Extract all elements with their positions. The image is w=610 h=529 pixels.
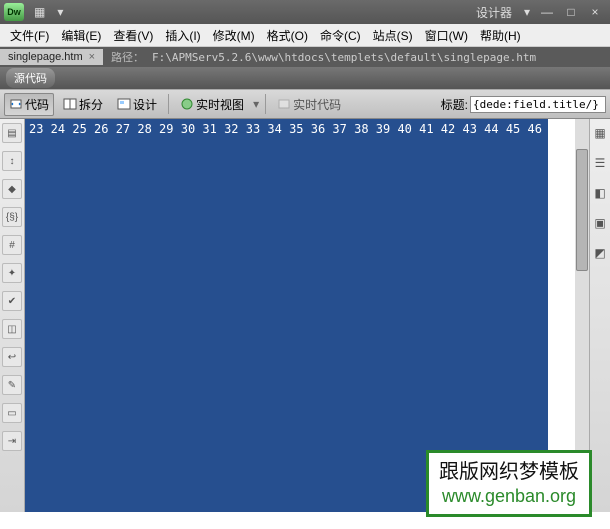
- balance-braces-icon[interactable]: {§}: [2, 207, 22, 227]
- tab-close-icon[interactable]: ×: [89, 51, 95, 63]
- select-parent-icon[interactable]: ◆: [2, 179, 22, 199]
- live-view-icon: [180, 97, 194, 111]
- title-input[interactable]: [470, 96, 606, 113]
- panel-dock-right: ▦ ☰ ◧ ▣ ◩: [589, 119, 610, 512]
- menu-modify[interactable]: 修改(M): [207, 27, 261, 44]
- move-css-icon[interactable]: ▭: [2, 403, 22, 423]
- split-view-label: 拆分: [79, 96, 103, 113]
- code-icon: [9, 97, 23, 111]
- maximize-button[interactable]: □: [560, 4, 582, 20]
- title-label: 标题:: [441, 96, 468, 113]
- code-view-button[interactable]: 代码: [4, 93, 54, 116]
- watermark: 跟版网织梦模板 www.genban.org: [426, 450, 592, 517]
- source-code-button[interactable]: 源代码: [6, 68, 55, 88]
- app-logo-icon: Dw: [4, 3, 24, 21]
- workspace-switcher[interactable]: 设计器: [470, 4, 518, 21]
- menu-format[interactable]: 格式(O): [261, 27, 314, 44]
- line-numbers-icon[interactable]: #: [2, 235, 22, 255]
- scrollbar-thumb[interactable]: [576, 149, 588, 271]
- live-view-label: 实时视图: [196, 96, 244, 113]
- watermark-line1: 跟版网织梦模板: [439, 459, 579, 485]
- document-tab-bar: singlepage.htm × 路径： F:\APMServ5.2.6\www…: [0, 47, 610, 67]
- view-toolbar: 代码 拆分 设计 实时视图 ▾ 实时代码 标题:: [0, 89, 610, 119]
- related-files-bar: 源代码: [0, 67, 610, 89]
- dropdown-icon[interactable]: ▾: [253, 97, 259, 111]
- assets-panel-icon[interactable]: ◩: [592, 245, 608, 261]
- syntax-check-icon[interactable]: ✔: [2, 291, 22, 311]
- menu-bar: 文件(F) 编辑(E) 查看(V) 插入(I) 修改(M) 格式(O) 命令(C…: [0, 24, 610, 47]
- tab-label: singlepage.htm: [8, 51, 83, 63]
- css-panel-icon[interactable]: ☰: [592, 155, 608, 171]
- design-view-label: 设计: [133, 96, 157, 113]
- indent-icon[interactable]: ⇥: [2, 431, 22, 451]
- menu-site[interactable]: 站点(S): [367, 27, 419, 44]
- live-code-label: 实时代码: [293, 96, 341, 113]
- title-bar: Dw ▦ ▾ 设计器 ▾ — □ ×: [0, 0, 610, 24]
- collapse-icon[interactable]: ↕: [2, 151, 22, 171]
- watermark-line2: www.genban.org: [439, 485, 579, 508]
- design-view-button[interactable]: 设计: [112, 93, 162, 116]
- layout-menu-icon[interactable]: ▦: [28, 5, 51, 19]
- document-tab[interactable]: singlepage.htm ×: [0, 49, 103, 65]
- split-view-button[interactable]: 拆分: [58, 93, 108, 116]
- insert-panel-icon[interactable]: ▦: [592, 125, 608, 141]
- apply-comment-icon[interactable]: ◫: [2, 319, 22, 339]
- open-documents-icon[interactable]: ▤: [2, 123, 22, 143]
- file-path: F:\APMServ5.2.6\www\htdocs\templets\defa…: [152, 51, 536, 64]
- live-code-button[interactable]: 实时代码: [272, 93, 346, 116]
- dropdown-icon[interactable]: ▾: [51, 5, 69, 19]
- highlight-icon[interactable]: ✦: [2, 263, 22, 283]
- menu-edit[interactable]: 编辑(E): [55, 27, 107, 44]
- files-panel-icon[interactable]: ▣: [592, 215, 608, 231]
- live-view-button[interactable]: 实时视图: [175, 93, 249, 116]
- menu-file[interactable]: 文件(F): [4, 27, 55, 44]
- recent-snippets-icon[interactable]: ✎: [2, 375, 22, 395]
- design-icon: [117, 97, 131, 111]
- code-toolbar-left: ▤ ↕ ◆ {§} # ✦ ✔ ◫ ↩ ✎ ▭ ⇥: [0, 119, 25, 512]
- wrap-tag-icon[interactable]: ↩: [2, 347, 22, 367]
- menu-window[interactable]: 窗口(W): [419, 27, 474, 44]
- menu-help[interactable]: 帮助(H): [474, 27, 527, 44]
- menu-view[interactable]: 查看(V): [107, 27, 159, 44]
- close-button[interactable]: ×: [584, 4, 606, 20]
- workspace-dropdown-icon[interactable]: ▾: [518, 5, 536, 19]
- menu-commands[interactable]: 命令(C): [314, 27, 367, 44]
- live-code-icon: [277, 97, 291, 111]
- split-icon: [63, 97, 77, 111]
- minimize-button[interactable]: —: [536, 4, 558, 20]
- ap-elements-icon[interactable]: ◧: [592, 185, 608, 201]
- code-view-label: 代码: [25, 96, 49, 113]
- menu-insert[interactable]: 插入(I): [159, 27, 206, 44]
- path-label: 路径：: [103, 49, 152, 65]
